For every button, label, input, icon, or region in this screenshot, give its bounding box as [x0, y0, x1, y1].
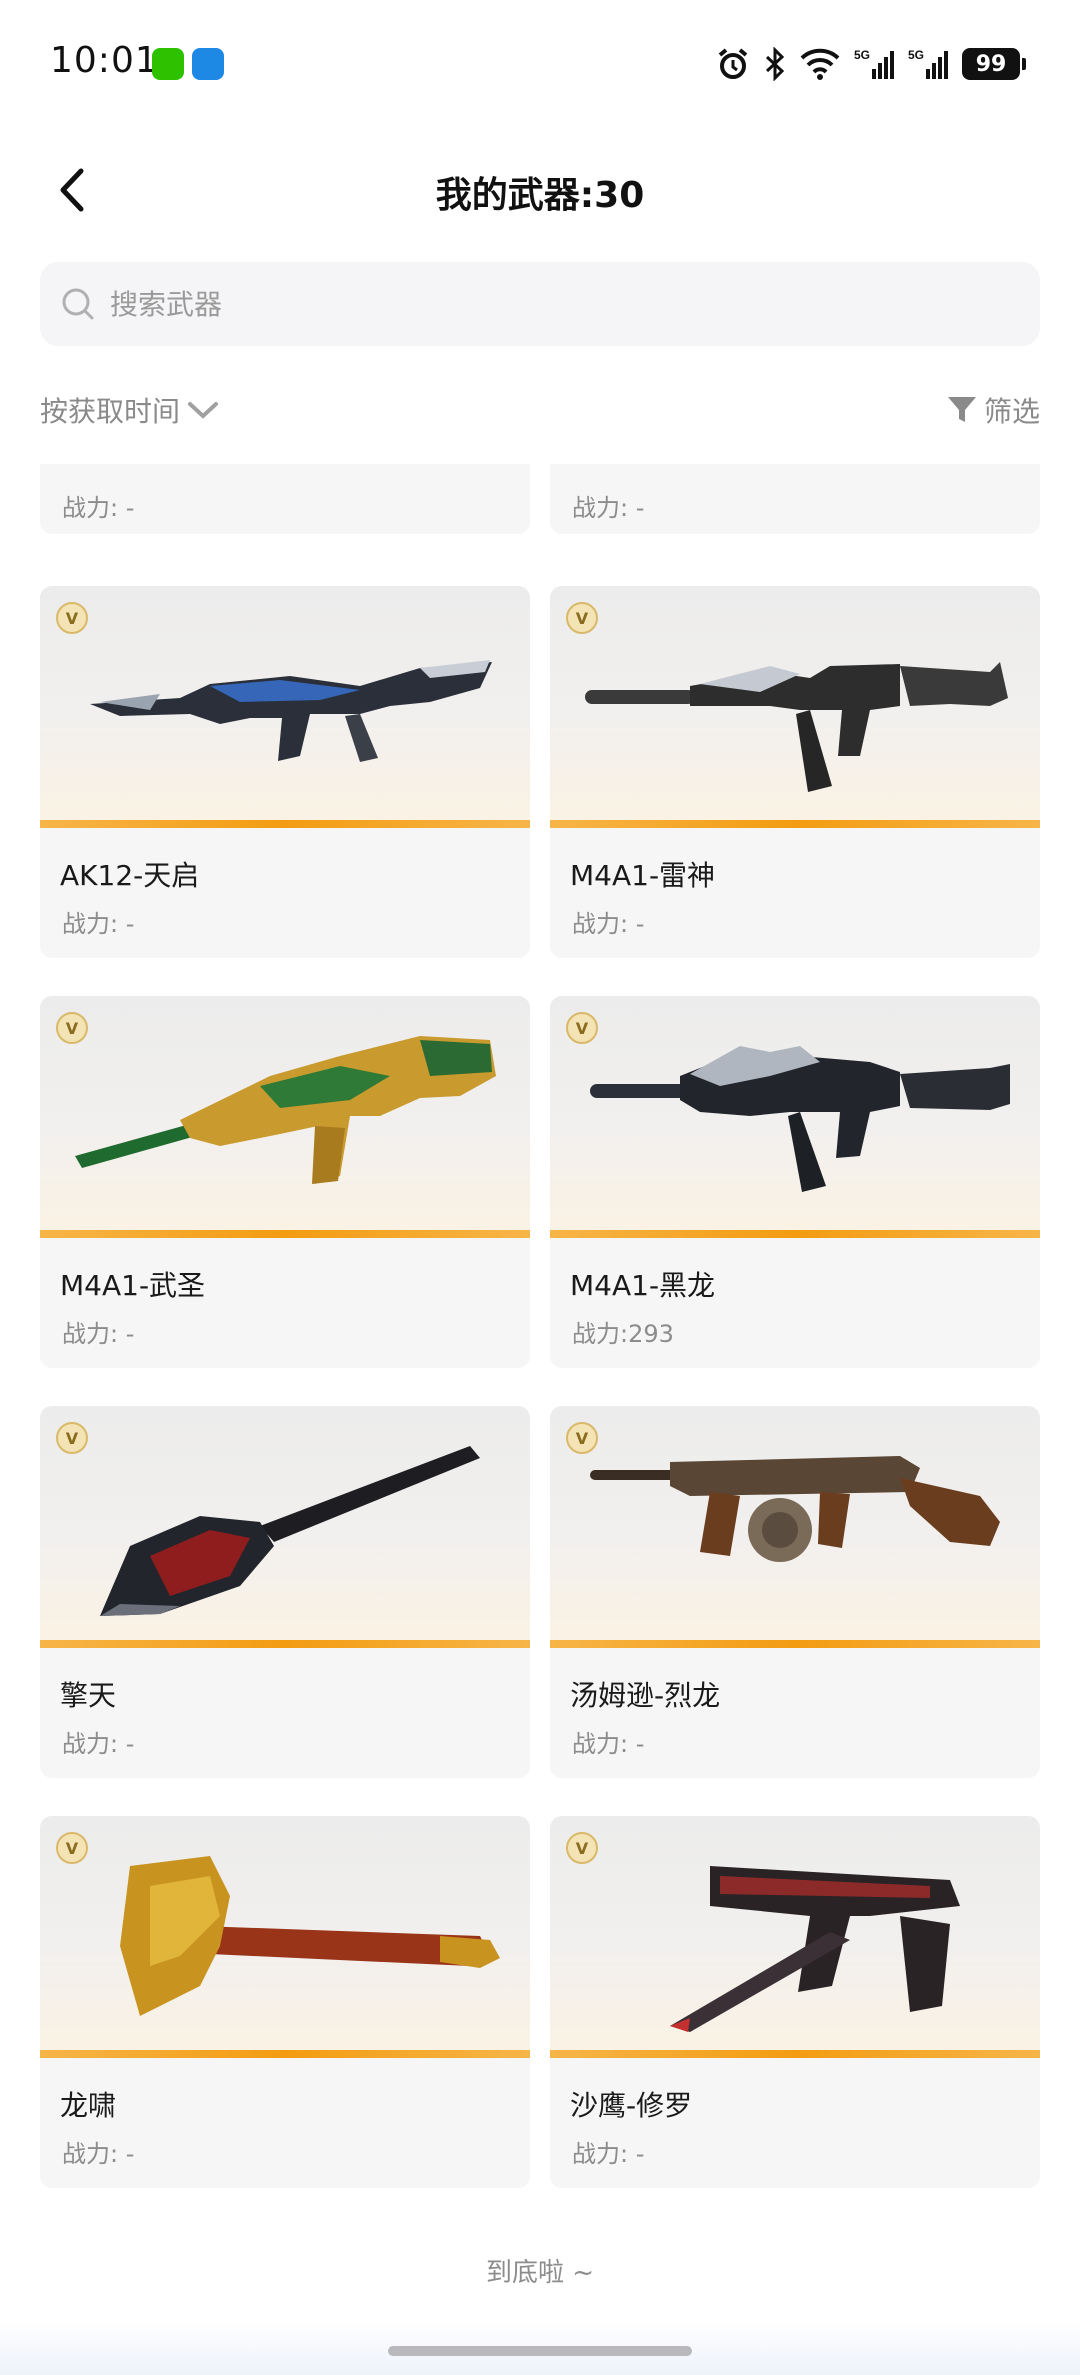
status-time: 10:01 — [50, 40, 159, 81]
weapon-card-partial[interactable]: 战力: - — [550, 464, 1040, 534]
alarm-icon — [716, 46, 750, 82]
rifle-icon — [585, 662, 1008, 792]
weapon-card[interactable]: V 擎天 战力: - — [40, 1406, 530, 1778]
rifle-icon — [590, 1046, 1010, 1192]
weapon-power: 战力: - — [62, 910, 135, 938]
search-bar[interactable] — [40, 262, 1040, 346]
sort-label: 按获取时间 — [40, 395, 181, 428]
weapon-image: V — [550, 1406, 1040, 1648]
weapon-card[interactable]: V M4A1-黑龙 战力:293 — [550, 996, 1040, 1368]
weapon-image: V — [550, 1816, 1040, 2058]
weapon-card-partial[interactable]: 战力: - — [40, 464, 530, 534]
page-header: 我的武器:30 — [0, 140, 1080, 240]
wifi-icon — [800, 46, 840, 82]
app-notification-icon — [192, 48, 224, 80]
weapon-power: 战力: - — [62, 494, 135, 522]
weapon-image: V — [550, 586, 1040, 828]
smg-icon — [590, 1456, 1000, 1562]
weapon-power: 战力: - — [572, 1730, 645, 1758]
weapon-name: AK12-天启 — [60, 859, 200, 892]
weapon-name: M4A1-武圣 — [60, 1269, 206, 1302]
weapon-card[interactable]: V M4A1-雷神 战力: - — [550, 586, 1040, 958]
weapon-grid: 战力: - 战力: - V AK12-天启 战力: - V M4A1-雷神 战力… — [0, 464, 1080, 2306]
weapon-power: 战力:293 — [572, 1320, 674, 1348]
pistol-icon — [670, 1866, 960, 2032]
shovel-icon — [100, 1446, 480, 1616]
weapon-card[interactable]: V M4A1-武圣 战力: - — [40, 996, 530, 1368]
home-indicator[interactable] — [388, 2346, 692, 2356]
battery-icon: 99 — [962, 48, 1026, 80]
weapon-name: 龙啸 — [60, 2089, 117, 2122]
weapon-image: V — [40, 1816, 530, 2058]
svg-text:5G: 5G — [854, 48, 870, 62]
wechat-notification-icon — [152, 48, 184, 80]
weapon-image: V — [40, 996, 530, 1238]
weapon-card[interactable]: V 汤姆逊-烈龙 战力: - — [550, 1406, 1040, 1778]
weapon-image: V — [550, 996, 1040, 1238]
weapon-power: 战力: - — [572, 910, 645, 938]
weapon-power: 战力: - — [62, 1320, 135, 1348]
rifle-icon — [75, 1036, 496, 1184]
svg-text:5G: 5G — [908, 48, 924, 62]
weapon-name: 擎天 — [60, 1679, 117, 1712]
sort-dropdown[interactable]: 按获取时间 — [40, 390, 220, 430]
filter-icon — [947, 397, 976, 422]
weapon-power: 战力: - — [62, 1730, 135, 1758]
weapon-name: M4A1-黑龙 — [570, 1269, 716, 1302]
weapon-name: 沙鹰-修罗 — [570, 2089, 693, 2122]
end-of-list-text: 到底啦 ~ — [485, 2258, 595, 2288]
weapon-card[interactable]: V AK12-天启 战力: - — [40, 586, 530, 958]
weapon-power: 战力: - — [62, 2140, 135, 2168]
weapon-name: 汤姆逊-烈龙 — [570, 1679, 721, 1712]
weapon-power: 战力: - — [572, 494, 645, 522]
filter-button[interactable]: 筛选 — [946, 390, 1040, 430]
status-icons: 5G 5G 99 — [716, 44, 1026, 84]
sort-filter-bar: 按获取时间 筛选 — [40, 382, 1040, 432]
signal-icon: 5G — [854, 46, 894, 82]
axe-icon — [120, 1856, 500, 2016]
search-icon — [62, 288, 94, 320]
filter-label: 筛选 — [983, 395, 1040, 428]
weapon-image: V — [40, 586, 530, 828]
weapon-card[interactable]: V 龙啸 战力: - — [40, 1816, 530, 2188]
page-title: 我的武器:30 — [435, 175, 645, 216]
search-input[interactable] — [110, 287, 1010, 321]
weapon-name: M4A1-雷神 — [570, 859, 716, 892]
weapon-image: V — [40, 1406, 530, 1648]
rifle-icon — [90, 660, 492, 762]
chevron-down-icon — [188, 402, 219, 419]
bluetooth-icon — [764, 46, 786, 82]
weapon-power: 战力: - — [572, 2140, 645, 2168]
status-bar: 10:01 5G 5G 99 — [0, 0, 1080, 130]
signal-icon-2: 5G — [908, 46, 948, 82]
weapon-card[interactable]: V 沙鹰-修罗 战力: - — [550, 1816, 1040, 2188]
